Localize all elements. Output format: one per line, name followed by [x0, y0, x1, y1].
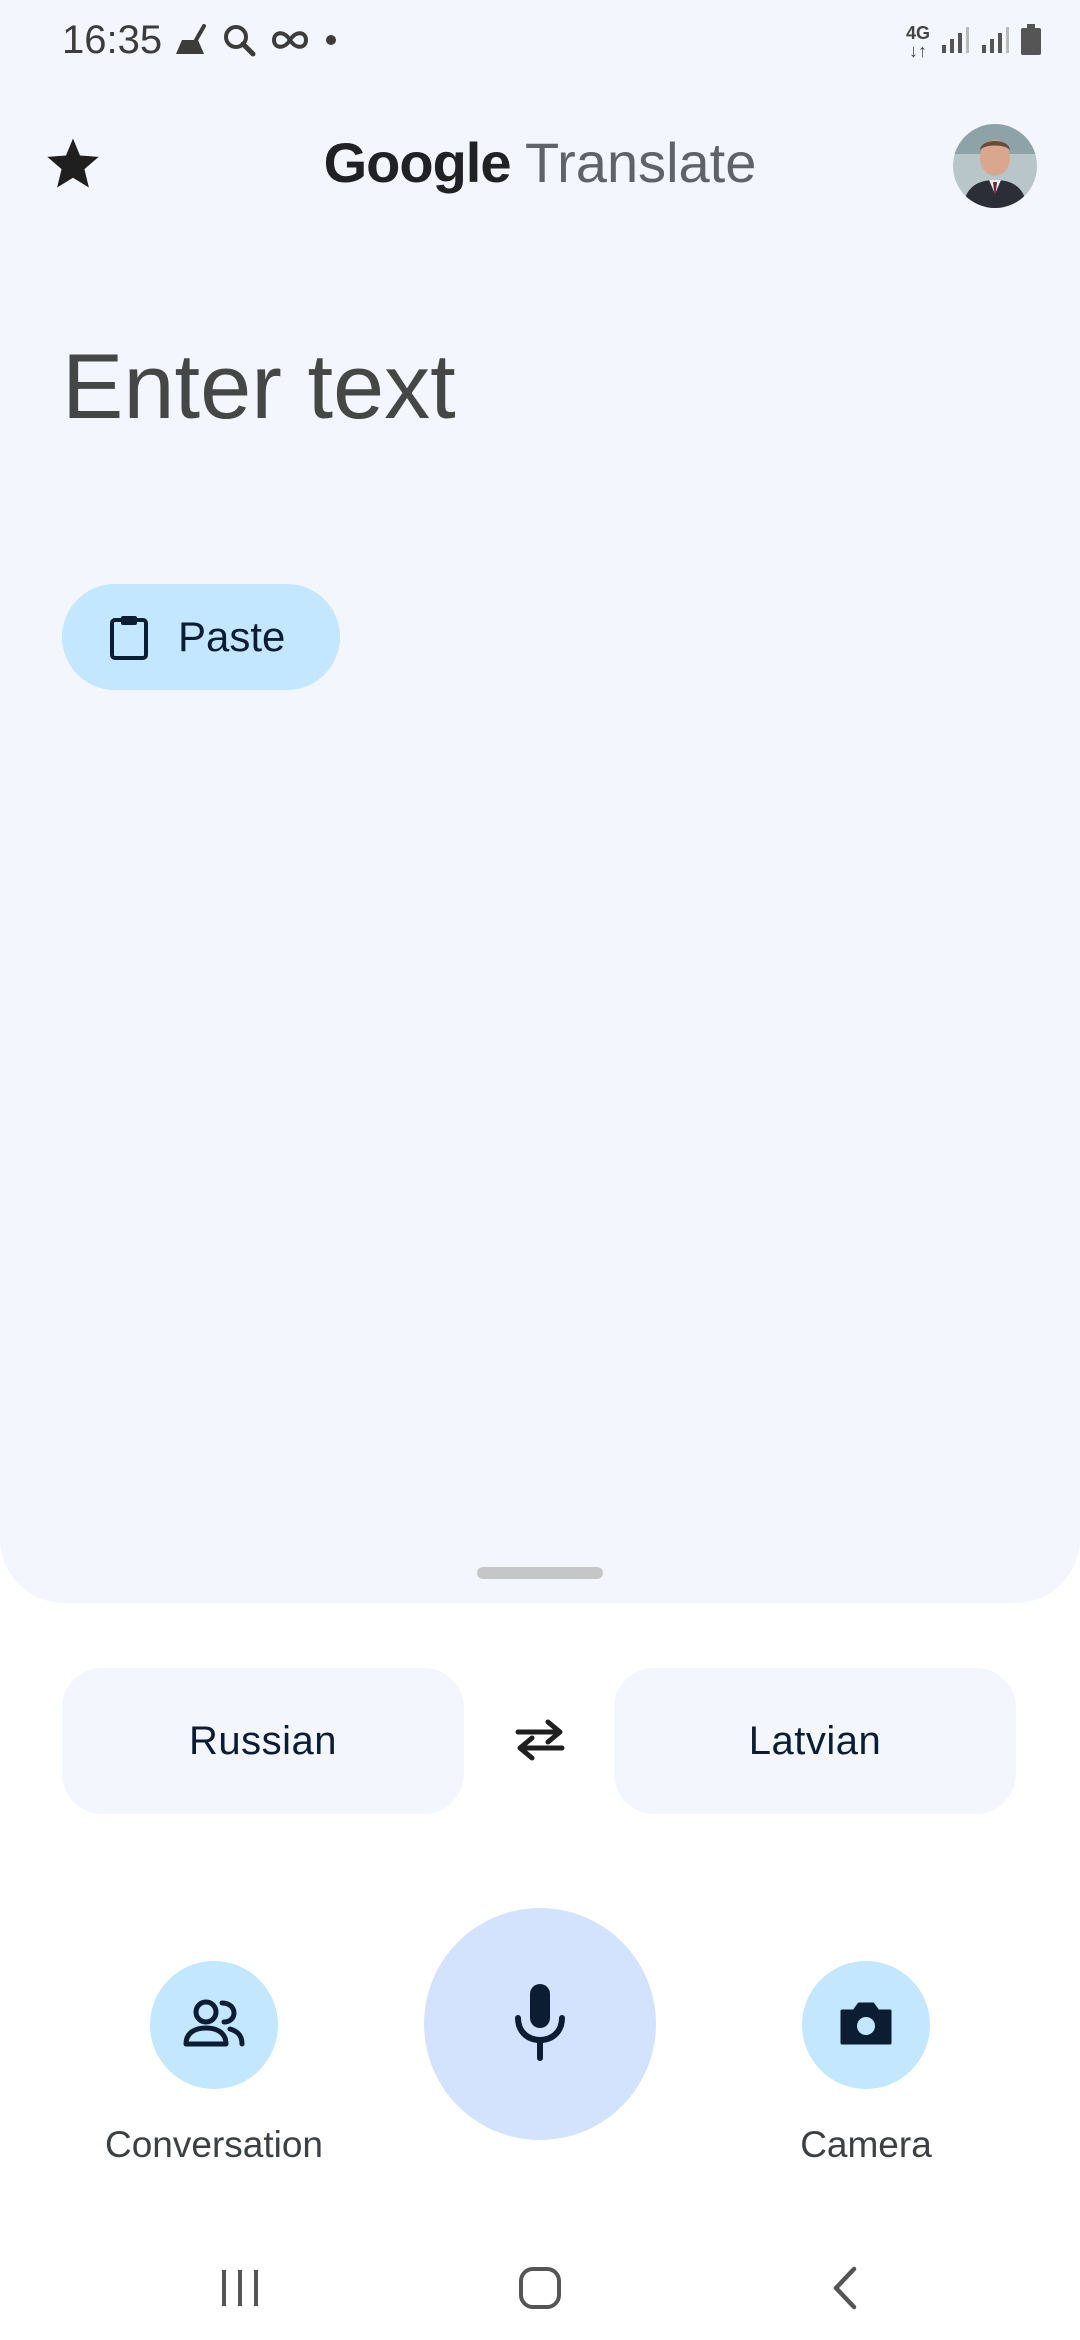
swap-arrows-icon	[512, 1716, 568, 1767]
signal-icon	[940, 25, 970, 60]
network-type-label: 4G ↓↑	[905, 23, 930, 61]
signal-icon	[980, 25, 1010, 60]
target-language-button[interactable]: Latvian	[614, 1668, 1016, 1814]
recents-button[interactable]	[200, 2250, 280, 2330]
paste-label: Paste	[178, 613, 286, 660]
paste-button[interactable]: Paste	[62, 584, 340, 690]
clipboard-icon	[108, 614, 150, 660]
people-icon	[182, 1998, 246, 2053]
dot-icon	[324, 33, 338, 52]
back-button[interactable]	[804, 2250, 884, 2330]
swap-languages-button[interactable]	[502, 1708, 578, 1774]
conversation-label: Conversation	[104, 2124, 323, 2165]
system-navigation-bar	[0, 2240, 1080, 2340]
voice-input-button[interactable]	[424, 1908, 656, 2140]
brand-name: Google	[323, 131, 512, 194]
recents-icon	[218, 2268, 262, 2313]
camera-label: Camera	[800, 2124, 932, 2165]
cleaner-icon	[172, 23, 208, 61]
home-button[interactable]	[500, 2250, 580, 2330]
infinity-icon	[270, 28, 310, 57]
drag-handle[interactable]	[477, 1567, 603, 1579]
battery-icon	[1020, 23, 1042, 61]
product-name: Translate	[525, 131, 757, 194]
source-language-label: Russian	[188, 1718, 337, 1763]
app-title: Google Translate	[0, 130, 1080, 195]
status-time: 16:35	[62, 18, 163, 62]
home-icon	[517, 2265, 563, 2316]
camera-button[interactable]	[802, 1961, 930, 2089]
conversation-button[interactable]	[150, 1961, 278, 2089]
status-bar: 16:35 4G ↓↑	[0, 0, 1080, 80]
avatar[interactable]	[953, 124, 1037, 208]
target-language-label: Latvian	[748, 1718, 882, 1763]
source-text-input[interactable]	[62, 335, 962, 440]
camera-icon	[838, 1999, 894, 2052]
source-language-button[interactable]: Russian	[62, 1668, 464, 1814]
search-icon	[222, 23, 256, 62]
mic-icon	[512, 1982, 568, 2067]
back-icon	[828, 2265, 860, 2316]
input-panel	[0, 0, 1080, 1603]
